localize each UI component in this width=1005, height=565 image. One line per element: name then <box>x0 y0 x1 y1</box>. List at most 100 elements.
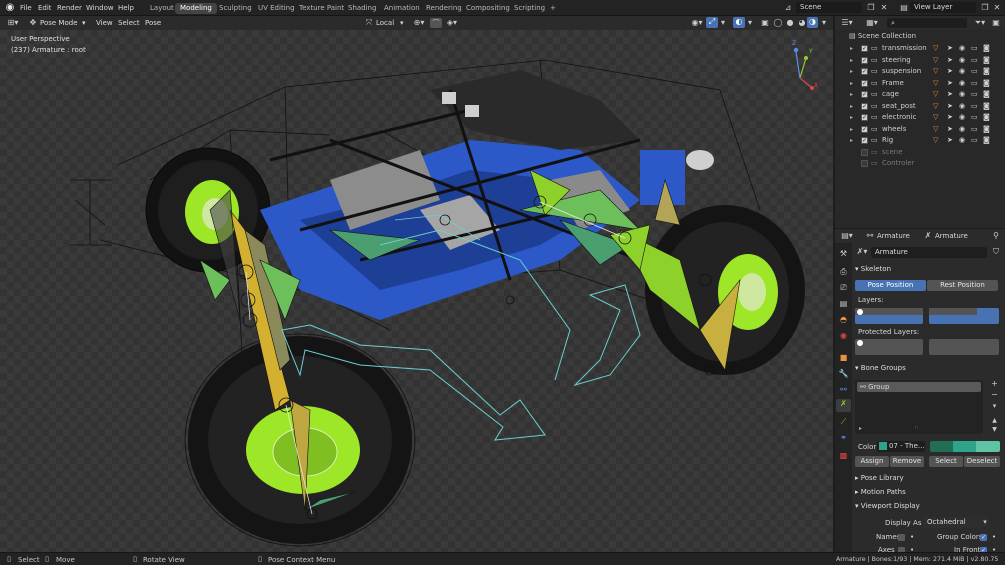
color-set-dropdown[interactable]: 07 - The... <box>877 441 925 452</box>
outliner-item[interactable]: ▭ scene <box>835 147 1005 158</box>
viewport-toggle-icon[interactable]: ▭ <box>971 89 978 100</box>
armature-name-field[interactable]: Armature <box>871 247 987 258</box>
modifier-tab-icon[interactable]: 🔧 <box>837 369 850 378</box>
exclude-checkbox[interactable]: ✓ <box>861 102 868 110</box>
exclude-checkbox[interactable]: ✓ <box>861 56 868 64</box>
object-tab-icon[interactable]: ■ <box>837 353 850 362</box>
output-tab-icon[interactable]: ⎚ <box>837 283 850 293</box>
menu-window[interactable]: Window <box>86 3 114 13</box>
tab-animation[interactable]: Animation <box>379 3 425 14</box>
overlay-dropdown-icon[interactable]: ▾ <box>746 18 754 27</box>
viewport-toggle-icon[interactable]: ▭ <box>971 101 978 112</box>
tab-texture-paint[interactable]: Texture Paint <box>294 3 349 14</box>
expand-arrow-icon[interactable]: ▸ <box>850 78 853 89</box>
select-button[interactable]: Select <box>929 456 963 467</box>
camera-icon[interactable]: ◙ <box>983 112 990 123</box>
object-filter-icon[interactable]: ▽ <box>933 135 938 146</box>
camera-icon[interactable]: ◙ <box>983 43 990 54</box>
object-filter-icon[interactable]: ▽ <box>933 124 938 135</box>
select-toggle-icon[interactable]: ➤ <box>947 55 953 66</box>
group-colors-checkbox[interactable]: ✓ <box>980 534 987 541</box>
object-filter-icon[interactable]: ▽ <box>933 89 938 100</box>
motion-paths-panel-header[interactable]: ▸ Motion Paths <box>855 486 1003 498</box>
exclude-checkbox[interactable]: ✓ <box>861 68 868 75</box>
select-toggle-icon[interactable]: ➤ <box>947 66 953 77</box>
pin-icon[interactable]: ⚲ <box>991 231 1001 240</box>
select-toggle-icon[interactable]: ➤ <box>947 43 953 54</box>
pose-library-panel-header[interactable]: ▸ Pose Library <box>855 472 1003 484</box>
pivot-icon[interactable]: ⊕▾ <box>412 18 426 27</box>
rest-position-button[interactable]: Rest Position <box>927 280 998 291</box>
editor-type-icon[interactable]: ⊞▾ <box>6 18 20 27</box>
blender-logo-icon[interactable]: ◉ <box>4 2 16 14</box>
outliner-item[interactable]: ▸ ✓ ▭ electronic ▽ ➤ ◉ ▭ ◙ <box>835 112 1005 123</box>
color-set-swatches[interactable] <box>930 441 1000 452</box>
select-toggle-icon[interactable]: ➤ <box>947 89 953 100</box>
proportional-edit-icon[interactable]: ◈▾ <box>444 18 460 27</box>
exclude-checkbox[interactable] <box>861 160 868 167</box>
scene-icon[interactable]: ⊿ <box>782 3 794 13</box>
view-layer-close-icon[interactable]: ✕ <box>992 3 1002 12</box>
tab-compositing[interactable]: Compositing <box>461 3 515 14</box>
scene-selector[interactable]: Scene <box>796 2 862 13</box>
deselect-button[interactable]: Deselect <box>964 456 1000 467</box>
bone-group-list[interactable]: ⚯ Group ∷ ▸ <box>855 380 983 434</box>
scene-close-icon[interactable]: ✕ <box>879 3 889 12</box>
tab-scripting[interactable]: Scripting <box>509 3 550 14</box>
world-tab-icon[interactable]: ◉ <box>837 331 850 340</box>
data-block-browse-icon[interactable]: ✗▾ <box>855 247 869 256</box>
object-filter-icon[interactable]: ▽ <box>933 112 938 123</box>
xray-icon[interactable]: ▣ <box>760 18 770 27</box>
outliner-item[interactable]: ▸ ✓ ▭ steering ▽ ➤ ◉ ▭ ◙ <box>835 55 1005 66</box>
exclude-checkbox[interactable]: ✓ <box>861 79 868 87</box>
visibility-icon[interactable]: ◉▾ <box>690 18 704 27</box>
constraints-tab-icon[interactable]: ⚯ <box>837 385 850 394</box>
gizmo-axis-x-label[interactable]: X <box>814 82 818 89</box>
object-filter-icon[interactable]: ▽ <box>933 78 938 89</box>
camera-icon[interactable]: ◙ <box>983 89 990 100</box>
mode-dropdown-icon[interactable]: ▾ <box>82 18 86 28</box>
view-layer-icon[interactable]: ▤ <box>898 3 910 12</box>
viewport-display-panel-header[interactable]: ▾ Viewport Display <box>855 500 1003 512</box>
expand-arrow-icon[interactable]: ▸ <box>850 55 853 66</box>
bone-group-specials-button[interactable]: ▾ <box>989 402 1000 412</box>
menu-file[interactable]: File <box>20 3 32 13</box>
fake-user-icon[interactable]: ⛉ <box>991 247 1001 257</box>
menu-view[interactable]: View <box>96 18 113 28</box>
eye-icon[interactable]: ◉ <box>959 135 965 146</box>
object-filter-icon[interactable]: ▽ <box>933 55 938 66</box>
viewport-toggle-icon[interactable]: ▭ <box>971 55 978 66</box>
menu-pose[interactable]: Pose <box>145 18 161 28</box>
eye-icon[interactable]: ◉ <box>959 112 965 123</box>
move-down-button[interactable]: ▼ <box>989 426 1000 434</box>
outliner-item[interactable]: ▸ ✓ ▭ Frame ▽ ➤ ◉ ▭ ◙ <box>835 78 1005 89</box>
mode-selector[interactable]: Pose Mode <box>40 18 78 28</box>
bone-groups-panel-header[interactable]: ▾ Bone Groups <box>855 362 1003 374</box>
gizmo-icon[interactable]: ⤢ <box>706 17 718 28</box>
gizmo-axis-z-label[interactable]: Z <box>792 40 796 47</box>
camera-icon[interactable]: ◙ <box>983 55 990 66</box>
new-collection-icon[interactable]: ▣ <box>991 18 1001 27</box>
eye-icon[interactable]: ◉ <box>959 89 965 100</box>
menu-render[interactable]: Render <box>57 3 82 13</box>
properties-editor-type-icon[interactable]: ▤▾ <box>840 231 854 240</box>
bone-tab-icon[interactable]: ⟋ <box>837 417 850 427</box>
overlay-icon[interactable]: ◐ <box>733 17 745 28</box>
list-resize-icon[interactable]: ∷ <box>915 425 918 431</box>
object-filter-icon[interactable]: ▽ <box>933 43 938 54</box>
expand-arrow-icon[interactable]: ▸ <box>850 124 853 135</box>
expand-arrow-icon[interactable]: ▸ <box>850 89 853 100</box>
exclude-checkbox[interactable]: ✓ <box>861 91 868 98</box>
outliner-item[interactable]: ▸ ✓ ▭ seat_post ▽ ➤ ◉ ▭ ◙ <box>835 101 1005 112</box>
display-as-dropdown[interactable]: Octahedral <box>923 517 989 528</box>
exclude-checkbox[interactable]: ✓ <box>861 125 868 133</box>
pose-position-button[interactable]: Pose Position <box>855 280 926 291</box>
skeleton-panel-header[interactable]: ▾ Skeleton <box>855 263 1003 275</box>
names-keyframe-dot[interactable]: • <box>910 533 914 541</box>
group-colors-keyframe-dot[interactable]: • <box>992 533 996 541</box>
remove-button[interactable]: Remove <box>890 456 924 467</box>
material-shading-icon[interactable]: ◕ <box>797 18 807 27</box>
3d-viewport[interactable]: User Perspective (237) Armature : root X… <box>0 30 833 552</box>
viewport-toggle-icon[interactable]: ▭ <box>971 135 978 146</box>
gizmo-dropdown-icon[interactable]: ▾ <box>719 18 727 27</box>
